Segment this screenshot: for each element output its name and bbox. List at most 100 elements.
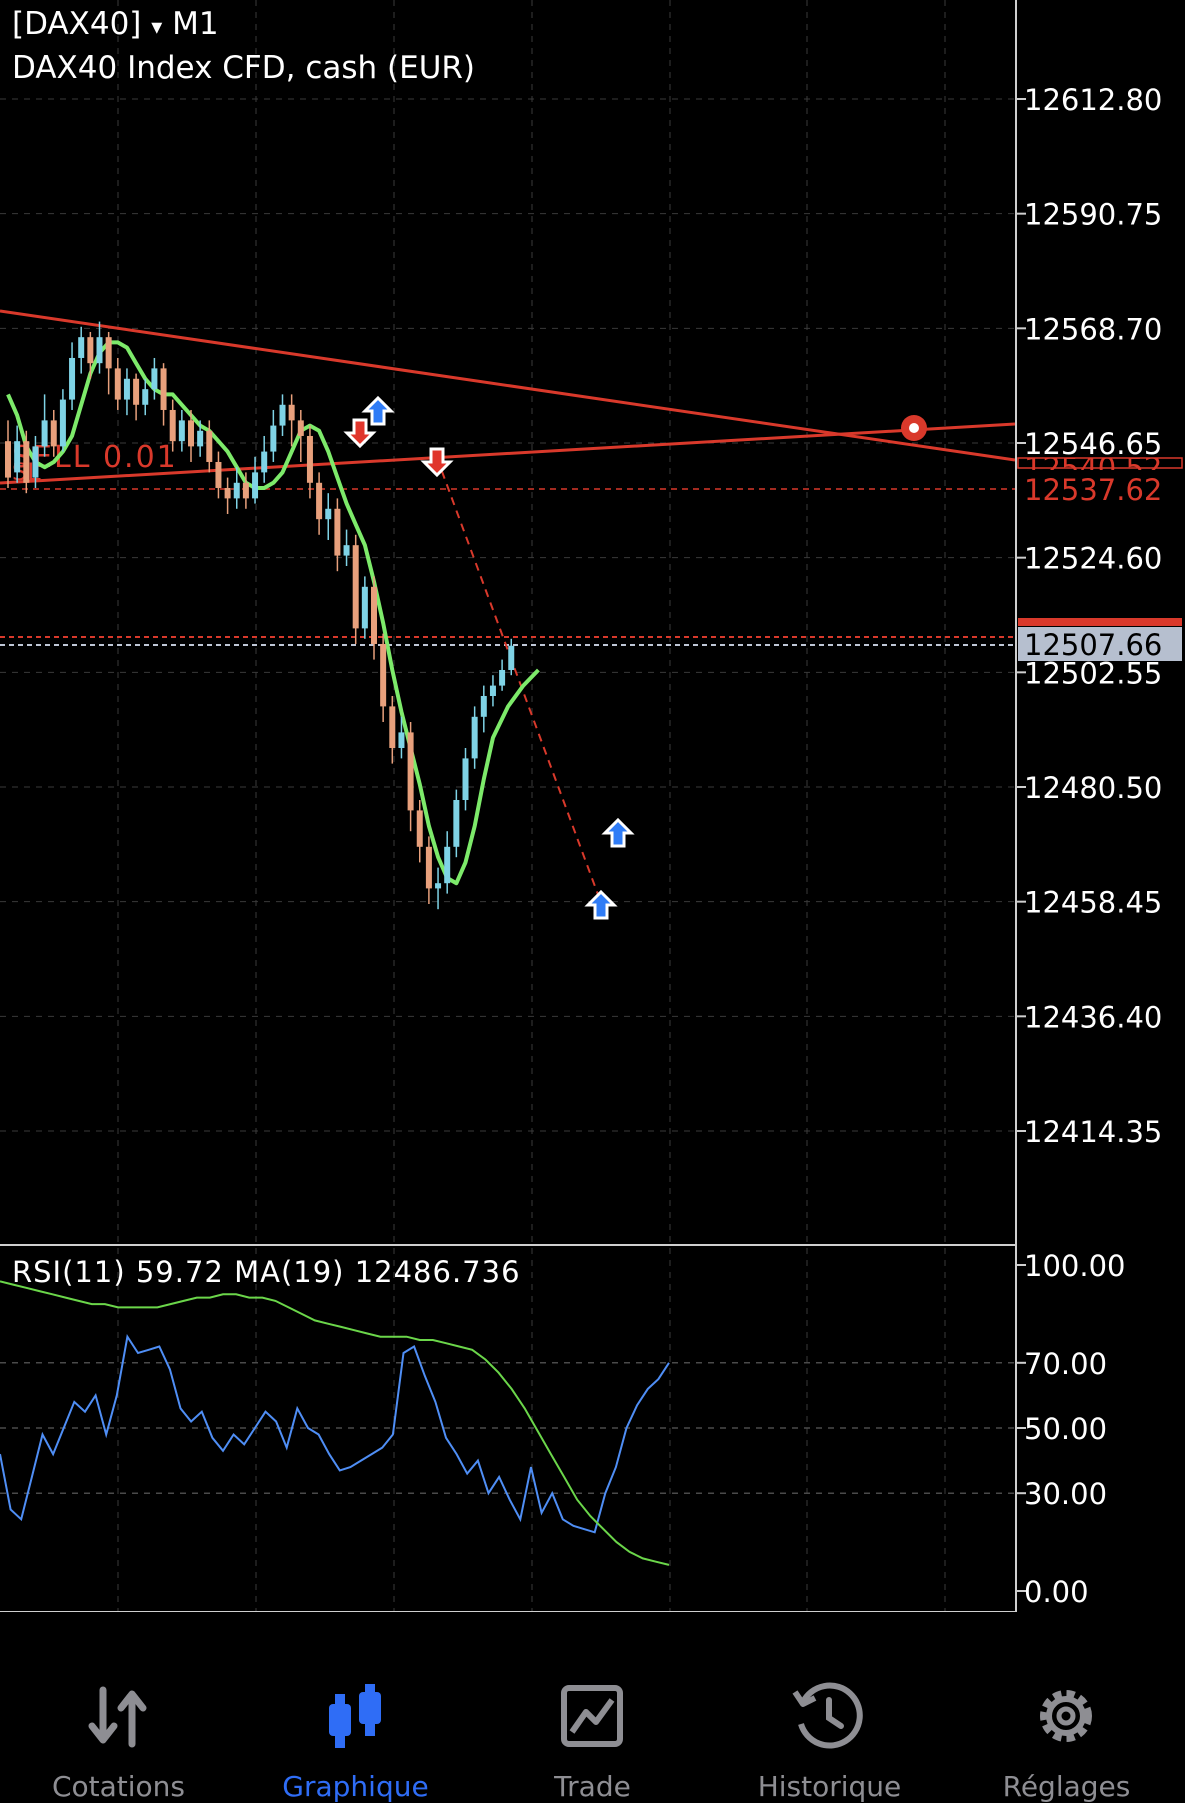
timeframe-label: M1 — [172, 6, 219, 42]
price-tick-label: 12480.50 — [1024, 771, 1162, 805]
candle-body — [389, 706, 396, 748]
candle-body — [50, 420, 57, 447]
candle-body — [188, 420, 194, 447]
candle-body — [352, 545, 359, 629]
sell-arrow-icon — [343, 418, 377, 449]
tab-label: Trade — [554, 1770, 631, 1803]
chart-canvas[interactable]: SELL 0.01SL 12612.80 12590.75 12568.70 1254… — [0, 0, 1185, 1612]
candle-body — [288, 404, 295, 421]
price-tick-label: 12546.65 — [1024, 427, 1162, 461]
trade-path-line — [436, 457, 601, 901]
price-tick-label: 12568.70 — [1024, 312, 1162, 346]
candle-body — [69, 357, 76, 400]
rsi-tick-label: 100.00 — [1024, 1249, 1125, 1283]
price-tick-label: 12524.60 — [1024, 542, 1162, 576]
symbol-selector[interactable]: [DAX40] ▾ M1 — [12, 6, 219, 42]
tab-label: Historique — [757, 1770, 902, 1803]
candle-body — [169, 409, 176, 442]
candle-body — [480, 695, 487, 717]
price-tick-label: 12590.75 — [1024, 198, 1162, 232]
grid — [0, 0, 1015, 1612]
tab-label: Réglages — [1002, 1770, 1131, 1803]
candle-body — [261, 451, 268, 473]
rsi-indicator-label: RSI(11) 59.72 MA(19) 12486.736 — [12, 1255, 521, 1289]
candle-body — [252, 472, 259, 499]
symbol-description: DAX40 Index CFD, cash (EUR) — [12, 50, 476, 86]
tab-reglages[interactable]: Réglages — [948, 1612, 1185, 1803]
candle-body — [489, 685, 496, 696]
candle-body — [5, 441, 11, 478]
rsi-panel — [0, 1264, 1026, 1592]
rsi-line — [0, 1334, 670, 1534]
tab-label: Cotations — [51, 1770, 186, 1803]
candle-body — [325, 508, 332, 520]
price-tick-label: 12458.45 — [1024, 886, 1162, 920]
candle-body — [453, 800, 460, 847]
rsi-tick-label: 30.00 — [1024, 1477, 1107, 1511]
candle-body — [435, 883, 442, 889]
candle-body — [297, 420, 304, 436]
rsi-tick-label: 70.00 — [1024, 1347, 1107, 1381]
candle-body — [407, 732, 414, 811]
candle-body — [23, 441, 30, 483]
timeframe-chevron-icon: ▾ — [151, 15, 163, 40]
candle-body — [178, 420, 185, 442]
trendlines: SELL 0.01SL — [0, 309, 1016, 901]
candle-body — [361, 586, 368, 629]
candle-body — [462, 758, 469, 801]
candle-body — [32, 446, 39, 478]
history-clock-icon — [792, 1682, 863, 1749]
candle-body — [59, 399, 66, 447]
candle-body — [160, 368, 167, 410]
tab-trade[interactable]: Trade — [474, 1612, 711, 1803]
candlestick-chart-icon — [329, 1684, 381, 1748]
candle-body — [398, 732, 405, 748]
bottom-nav-bar: Cotations Graphique Trade Historique Rég… — [0, 1612, 1185, 1803]
candle-body — [142, 389, 149, 405]
candle-body — [123, 378, 130, 400]
candle-body — [96, 337, 103, 364]
candle-body — [499, 669, 506, 686]
candle-body — [78, 337, 85, 358]
candle-body — [224, 487, 231, 499]
candle-body — [14, 441, 21, 473]
candle-body — [197, 430, 204, 447]
alert-dot-center — [909, 423, 919, 433]
candle-body — [416, 810, 423, 847]
buy-arrow-icon — [601, 817, 635, 848]
sl-tag-bar — [1018, 618, 1182, 626]
candle-body — [151, 368, 158, 390]
rsi-tick-label: 0.00 — [1024, 1575, 1089, 1609]
sell-price-tag: 12537.62 — [1024, 473, 1162, 507]
candle-body — [380, 643, 387, 707]
candle-body — [270, 425, 277, 452]
price-tick-label: 12612.80 — [1024, 83, 1162, 117]
rsi-tick-label: 50.00 — [1024, 1412, 1107, 1446]
candle-body — [508, 645, 515, 670]
buy-arrow-icon — [361, 395, 395, 426]
candle-body — [41, 420, 48, 447]
candle-body — [343, 545, 350, 556]
current-price-tag: 12507.66 — [1024, 628, 1162, 662]
symbol-name: [DAX40] — [12, 6, 142, 42]
tab-label: Graphique — [282, 1770, 429, 1803]
buy-arrow-icon — [584, 889, 618, 920]
candle-body — [316, 482, 323, 520]
price-tick-label: 12414.35 — [1024, 1115, 1162, 1149]
candle-body — [444, 846, 451, 884]
candle-body — [206, 430, 213, 462]
tab-cotations[interactable]: Cotations — [0, 1612, 237, 1803]
tab-historique[interactable]: Historique — [711, 1612, 948, 1803]
price-tick-label: 12436.40 — [1024, 1000, 1162, 1034]
candle-body — [87, 337, 94, 364]
trade-chart-icon — [561, 1685, 623, 1747]
candle-body — [279, 404, 286, 426]
candle-body — [425, 846, 432, 889]
candle-body — [114, 368, 121, 400]
candle-body — [306, 435, 313, 483]
tab-graphique[interactable]: Graphique — [237, 1612, 474, 1803]
candle-body — [371, 586, 377, 644]
candle-body — [105, 337, 112, 369]
candle-body — [471, 716, 478, 759]
axes — [0, 0, 1026, 1612]
